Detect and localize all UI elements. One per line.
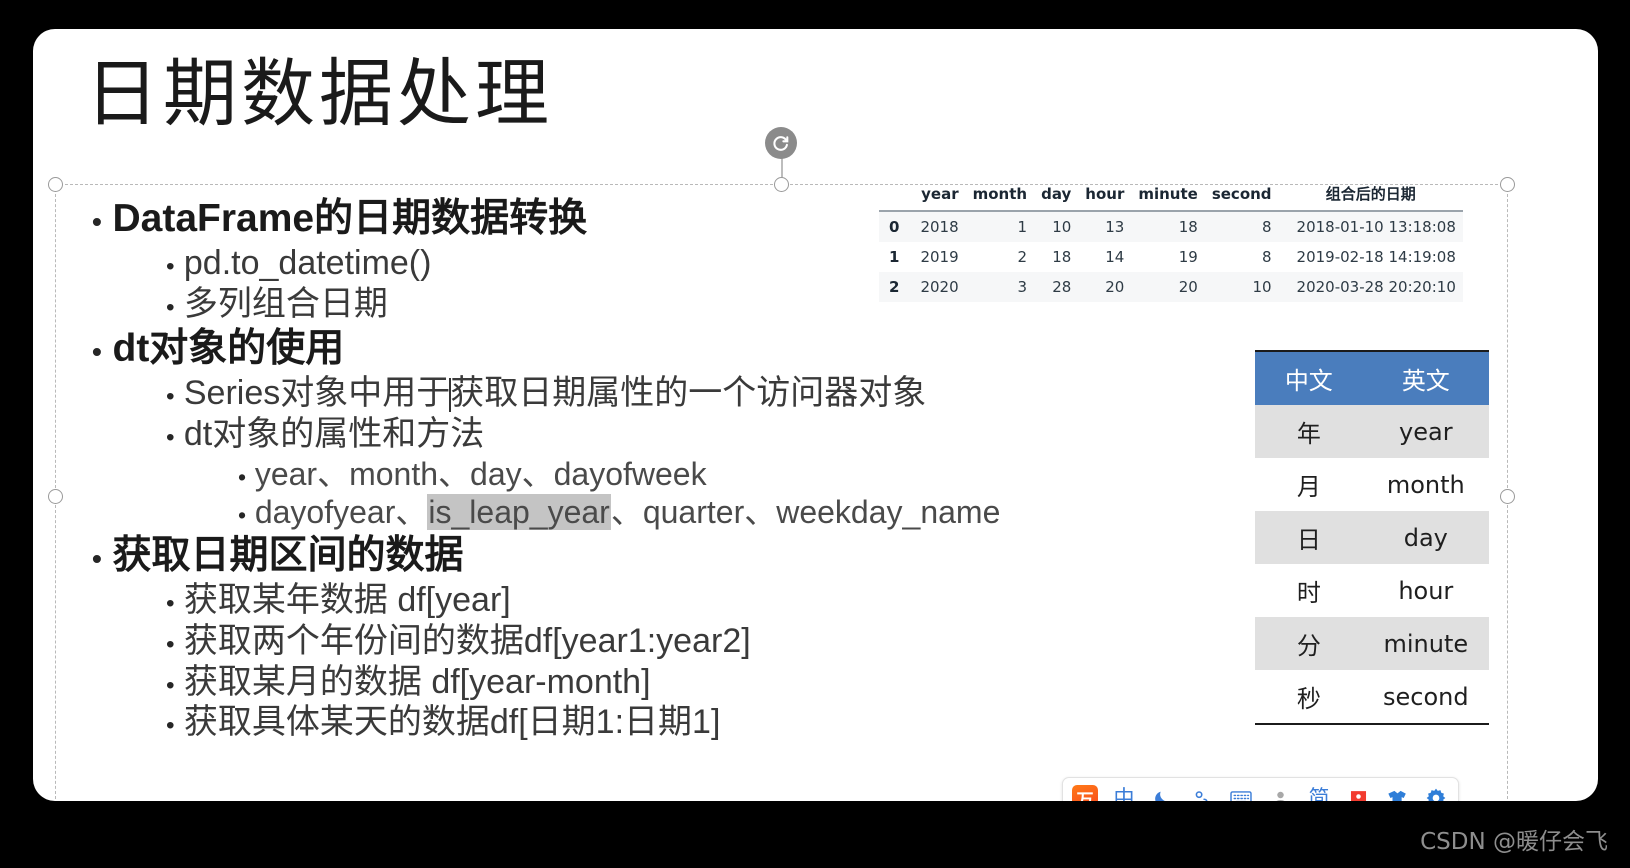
list-item-label: DataFrame的日期数据转换 [112,197,588,240]
list-item-with-highlight[interactable]: • dayofyear、is_leap_year、quarter、weekday… [70,493,1270,531]
list-item-label: 获取某月的数据 df[year-month] [183,662,651,701]
settings-button[interactable] [1423,785,1449,801]
list-item[interactable]: • dt对象的属性和方法 [70,414,1270,455]
keyboard-icon [1230,791,1252,801]
list-item-label: Series对象中用于获取日期属性的一个访问器对象 [183,374,927,413]
list-item[interactable]: • pd.to_datetime() [70,243,1270,284]
resize-handle-middle-right[interactable] [1500,488,1515,504]
list-item-label: dayofyear、is_leap_year、quarter、weekday_n… [254,494,1001,531]
bullet-dot-icon: • [166,253,175,281]
ime-logo-icon: 万 [1072,784,1098,801]
bullet-dot-icon: • [238,463,247,490]
bullet-dot-icon: • [166,383,175,411]
speech-bubble-icon [1350,790,1366,801]
bullet-list[interactable]: • DataFrame的日期数据转换 • pd.to_datetime() • … [70,195,1270,743]
bullet-dot-icon: • [92,206,102,237]
list-item[interactable]: • 获取某年数据 df[year] [70,580,1270,621]
resize-handle-top-right[interactable] [1500,177,1515,192]
rotate-icon[interactable] [764,127,797,159]
list-item-label: dt对象的属性和方法 [183,415,485,454]
keyboard-button[interactable] [1228,785,1254,801]
list-item-label: dt对象的使用 [112,326,345,370]
list-item[interactable]: • 多列组合日期 [70,284,1270,325]
list-item[interactable]: • 获取日期区间的数据 [70,532,1270,580]
skin-icon [1387,790,1406,801]
list-item-with-caret[interactable]: • Series对象中用于获取日期属性的一个访问器对象 [70,373,1270,414]
bullet-dot-icon: • [166,424,175,452]
list-item[interactable]: • DataFrame的日期数据转换 [70,195,1270,243]
simplified-icon: 简 [1308,785,1330,801]
list-item[interactable]: • dt对象的使用 [70,325,1270,373]
moon-button[interactable] [1150,785,1176,801]
bullet-dot-icon: • [166,630,175,658]
bullet-dot-icon: • [238,502,247,529]
bullet-dot-icon: • [92,335,102,367]
list-item-label: year、month、day、dayofweek [254,455,707,492]
skin-button[interactable] [1384,785,1410,801]
page-title: 日期数据处理 [85,51,553,137]
punctuation-button[interactable] [1189,785,1215,801]
resize-handle-top-center[interactable] [773,177,789,192]
bullet-dot-icon: • [166,712,175,740]
list-item[interactable]: • 获取具体某天的数据df[日期1:日期1] [70,702,1270,743]
ime-toolbar[interactable]: 万 中 简 [1062,777,1459,801]
list-item-label: 获取具体某天的数据df[日期1:日期1] [183,703,721,742]
list-item-label: 获取日期区间的数据 [112,533,464,577]
watermark: CSDN @暖仔会飞 [1420,829,1608,855]
list-item[interactable]: • year、month、day、dayofweek [70,455,1270,493]
speech-bubble-button[interactable] [1345,785,1371,801]
chinese-mode-icon: 中 [1113,785,1135,801]
resize-handle-top-left[interactable] [48,177,63,192]
list-item-label: pd.to_datetime() [183,244,432,283]
slide-canvas[interactable]: 日期数据处理 year month day hour minute second… [33,29,1598,801]
moon-icon [1155,791,1170,801]
simplified-button[interactable]: 简 [1306,785,1332,801]
bullet-dot-icon: • [92,542,102,574]
selected-text-highlight: is_leap_year [427,494,611,531]
list-item[interactable]: • 获取两个年份间的数据df[year1:year2] [70,621,1270,662]
list-item-label: 获取某年数据 df[year] [183,581,511,620]
chinese-mode-button[interactable]: 中 [1111,785,1137,801]
user-button[interactable] [1267,785,1293,801]
gear-icon [1426,788,1446,801]
resize-handle-middle-left[interactable] [48,488,63,504]
list-item-label: 多列组合日期 [183,285,388,324]
list-item[interactable]: • 获取某月的数据 df[year-month] [70,662,1270,703]
bullet-dot-icon: • [166,294,175,322]
punctuation-icon [1195,791,1208,801]
content-placeholder[interactable]: • DataFrame的日期数据转换 • pd.to_datetime() • … [48,127,1515,801]
bullet-dot-icon: • [166,671,175,699]
user-icon [1275,791,1285,801]
ime-logo-button[interactable]: 万 [1072,784,1098,801]
list-item-label: 获取两个年份间的数据df[year1:year2] [183,621,751,660]
bullet-dot-icon: • [166,590,175,618]
